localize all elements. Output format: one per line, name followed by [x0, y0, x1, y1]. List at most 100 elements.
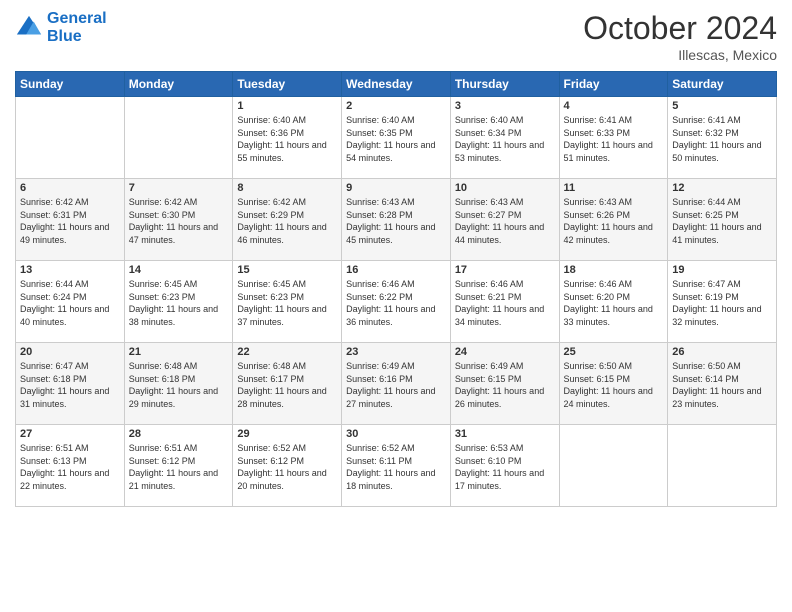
day-number: 18 [564, 264, 664, 276]
day-number: 16 [346, 264, 446, 276]
calendar-cell: 13 Sunrise: 6:44 AM Sunset: 6:24 PM Dayli… [16, 261, 125, 343]
calendar-cell: 5 Sunrise: 6:41 AM Sunset: 6:32 PM Daylig… [668, 97, 777, 179]
calendar-cell: 12Sunrise: 6:44 AM Sunset: 6:25 PM Dayli… [668, 179, 777, 261]
calendar-table: SundayMondayTuesdayWednesdayThursdayFrid… [15, 71, 777, 507]
calendar-cell: 15 Sunrise: 6:45 AM Sunset: 6:23 PM Dayli… [233, 261, 342, 343]
day-number: 31 [455, 428, 555, 440]
day-number: 25 [564, 346, 664, 358]
day-number: 17 [455, 264, 555, 276]
day-info: Sunrise: 6:45 AM Sunset: 6:23 PM Dayligh… [237, 278, 337, 328]
day-info: Sunrise: 6:51 AM Sunset: 6:13 PM Dayligh… [20, 442, 120, 492]
calendar-cell: 17Sunrise: 6:46 AM Sunset: 6:21 PM Dayli… [450, 261, 559, 343]
day-info: Sunrise: 6:41 AM Sunset: 6:32 PM Dayligh… [672, 114, 772, 164]
calendar-week-2: 13 Sunrise: 6:44 AM Sunset: 6:24 PM Dayli… [16, 261, 777, 343]
day-number: 24 [455, 346, 555, 358]
day-number: 15 [237, 264, 337, 276]
calendar-cell [124, 97, 233, 179]
calendar-cell: 31 Sunrise: 6:53 AM Sunset: 6:10 PM Dayli… [450, 425, 559, 507]
day-number: 23 [346, 346, 446, 358]
calendar-cell: 19Sunrise: 6:47 AM Sunset: 6:19 PM Dayli… [668, 261, 777, 343]
day-number: 3 [455, 100, 555, 112]
calendar-cell: 1 Sunrise: 6:40 AM Sunset: 6:36 PM Daylig… [233, 97, 342, 179]
day-number: 14 [129, 264, 229, 276]
calendar-header-friday: Friday [559, 72, 668, 97]
calendar-cell: 10 Sunrise: 6:43 AM Sunset: 6:27 PM Dayli… [450, 179, 559, 261]
calendar-header-saturday: Saturday [668, 72, 777, 97]
day-info: Sunrise: 6:53 AM Sunset: 6:10 PM Dayligh… [455, 442, 555, 492]
day-info: Sunrise: 6:47 AM Sunset: 6:18 PM Dayligh… [20, 360, 120, 410]
logo-general: General [47, 10, 107, 27]
calendar-header-monday: Monday [124, 72, 233, 97]
day-info: Sunrise: 6:48 AM Sunset: 6:17 PM Dayligh… [237, 360, 337, 410]
day-number: 13 [20, 264, 120, 276]
calendar-cell [16, 97, 125, 179]
day-info: Sunrise: 6:52 AM Sunset: 6:11 PM Dayligh… [346, 442, 446, 492]
calendar-cell: 23 Sunrise: 6:49 AM Sunset: 6:16 PM Dayli… [342, 343, 451, 425]
calendar-header-sunday: Sunday [16, 72, 125, 97]
calendar-cell: 2 Sunrise: 6:40 AM Sunset: 6:35 PM Daylig… [342, 97, 451, 179]
day-info: Sunrise: 6:48 AM Sunset: 6:18 PM Dayligh… [129, 360, 229, 410]
day-info: Sunrise: 6:42 AM Sunset: 6:31 PM Dayligh… [20, 196, 120, 246]
calendar-cell: 24 Sunrise: 6:49 AM Sunset: 6:15 PM Dayli… [450, 343, 559, 425]
day-number: 11 [564, 182, 664, 194]
calendar-cell: 14 Sunrise: 6:45 AM Sunset: 6:23 PM Dayli… [124, 261, 233, 343]
day-number: 20 [20, 346, 120, 358]
calendar-cell: 27 Sunrise: 6:51 AM Sunset: 6:13 PM Dayli… [16, 425, 125, 507]
calendar-cell: 7Sunrise: 6:42 AM Sunset: 6:30 PM Daylig… [124, 179, 233, 261]
calendar-week-4: 27 Sunrise: 6:51 AM Sunset: 6:13 PM Dayli… [16, 425, 777, 507]
day-info: Sunrise: 6:41 AM Sunset: 6:33 PM Dayligh… [564, 114, 664, 164]
calendar-cell: 18Sunrise: 6:46 AM Sunset: 6:20 PM Dayli… [559, 261, 668, 343]
calendar-cell: 4 Sunrise: 6:41 AM Sunset: 6:33 PM Daylig… [559, 97, 668, 179]
calendar-cell: 30 Sunrise: 6:52 AM Sunset: 6:11 PM Dayli… [342, 425, 451, 507]
day-info: Sunrise: 6:49 AM Sunset: 6:16 PM Dayligh… [346, 360, 446, 410]
day-number: 26 [672, 346, 772, 358]
day-info: Sunrise: 6:40 AM Sunset: 6:35 PM Dayligh… [346, 114, 446, 164]
calendar-cell: 20 Sunrise: 6:47 AM Sunset: 6:18 PM Dayli… [16, 343, 125, 425]
day-number: 10 [455, 182, 555, 194]
day-info: Sunrise: 6:50 AM Sunset: 6:14 PM Dayligh… [672, 360, 772, 410]
calendar-cell: 21 Sunrise: 6:48 AM Sunset: 6:18 PM Dayli… [124, 343, 233, 425]
day-number: 27 [20, 428, 120, 440]
day-info: Sunrise: 6:43 AM Sunset: 6:27 PM Dayligh… [455, 196, 555, 246]
day-number: 5 [672, 100, 772, 112]
day-number: 2 [346, 100, 446, 112]
logo-blue: Blue [47, 28, 82, 45]
day-number: 6 [20, 182, 120, 194]
page: General Blue October 2024 Illescas, Mexi… [0, 0, 792, 612]
day-info: Sunrise: 6:40 AM Sunset: 6:36 PM Dayligh… [237, 114, 337, 164]
day-info: Sunrise: 6:50 AM Sunset: 6:15 PM Dayligh… [564, 360, 664, 410]
calendar-cell: 29Sunrise: 6:52 AM Sunset: 6:12 PM Dayli… [233, 425, 342, 507]
calendar-cell: 6 Sunrise: 6:42 AM Sunset: 6:31 PM Daylig… [16, 179, 125, 261]
day-number: 1 [237, 100, 337, 112]
calendar-cell: 28Sunrise: 6:51 AM Sunset: 6:12 PM Dayli… [124, 425, 233, 507]
calendar-header-thursday: Thursday [450, 72, 559, 97]
day-info: Sunrise: 6:44 AM Sunset: 6:25 PM Dayligh… [672, 196, 772, 246]
logo: General Blue [15, 10, 107, 45]
day-number: 30 [346, 428, 446, 440]
calendar-cell: 25 Sunrise: 6:50 AM Sunset: 6:15 PM Dayli… [559, 343, 668, 425]
calendar-cell: 9Sunrise: 6:43 AM Sunset: 6:28 PM Daylig… [342, 179, 451, 261]
day-info: Sunrise: 6:46 AM Sunset: 6:22 PM Dayligh… [346, 278, 446, 328]
calendar-header-wednesday: Wednesday [342, 72, 451, 97]
calendar-cell [559, 425, 668, 507]
day-info: Sunrise: 6:44 AM Sunset: 6:24 PM Dayligh… [20, 278, 120, 328]
day-number: 19 [672, 264, 772, 276]
day-info: Sunrise: 6:45 AM Sunset: 6:23 PM Dayligh… [129, 278, 229, 328]
logo-icon [15, 14, 43, 42]
day-number: 21 [129, 346, 229, 358]
calendar-cell: 22 Sunrise: 6:48 AM Sunset: 6:17 PM Dayli… [233, 343, 342, 425]
calendar-cell: 26 Sunrise: 6:50 AM Sunset: 6:14 PM Dayli… [668, 343, 777, 425]
title-block: October 2024 Illescas, Mexico [583, 10, 777, 63]
day-info: Sunrise: 6:52 AM Sunset: 6:12 PM Dayligh… [237, 442, 337, 492]
day-info: Sunrise: 6:42 AM Sunset: 6:29 PM Dayligh… [237, 196, 337, 246]
calendar-header-row: SundayMondayTuesdayWednesdayThursdayFrid… [16, 72, 777, 97]
header: General Blue October 2024 Illescas, Mexi… [15, 10, 777, 63]
day-info: Sunrise: 6:43 AM Sunset: 6:26 PM Dayligh… [564, 196, 664, 246]
day-number: 4 [564, 100, 664, 112]
calendar-cell: 16 Sunrise: 6:46 AM Sunset: 6:22 PM Dayli… [342, 261, 451, 343]
day-number: 9 [346, 182, 446, 194]
day-number: 22 [237, 346, 337, 358]
calendar-week-0: 1 Sunrise: 6:40 AM Sunset: 6:36 PM Daylig… [16, 97, 777, 179]
day-number: 28 [129, 428, 229, 440]
day-info: Sunrise: 6:49 AM Sunset: 6:15 PM Dayligh… [455, 360, 555, 410]
